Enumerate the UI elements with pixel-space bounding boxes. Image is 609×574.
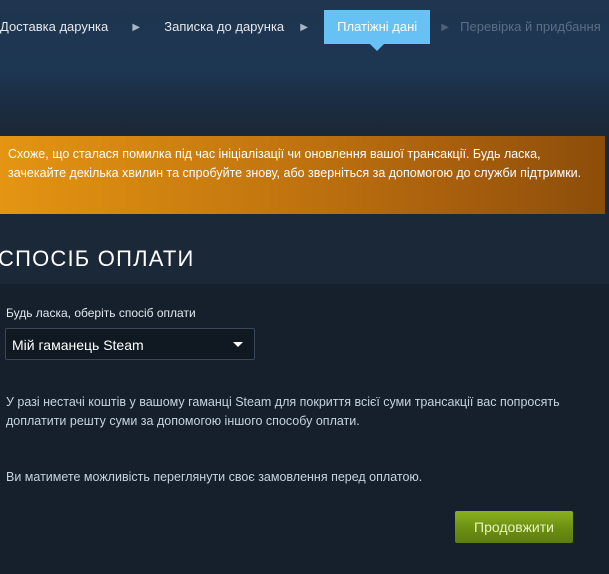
caret-down-icon <box>233 342 243 347</box>
review-order-note: Ви матимете можливість переглянути своє … <box>6 470 423 484</box>
step-payment-info[interactable]: Платіжні дані <box>324 10 431 51</box>
payment-method-value: Мій гаманець Steam <box>12 337 144 353</box>
wallet-shortfall-note: У разі нестачі коштів у вашому гаманці S… <box>6 395 560 428</box>
payment-method-dropdown[interactable]: Мій гаманець Steam <box>5 328 255 360</box>
continue-button[interactable]: Продовжити <box>455 511 573 543</box>
error-message-text: Схоже, що сталася помилка під час ініціа… <box>8 147 582 180</box>
checkout-steps: Доставка дарунка ▶ Записка до дарунка ▶ … <box>0 10 609 51</box>
continue-button-label: Продовжити <box>474 519 554 535</box>
payment-panel: Будь ласка, оберіть спосіб оплати Мій га… <box>0 284 609 574</box>
error-message-box: Схоже, що сталася помилка під час ініціа… <box>0 136 605 214</box>
step-gift-note[interactable]: Записка до дарунка <box>164 10 284 44</box>
payment-method-title: СПОСІБ ОПЛАТИ <box>0 246 195 271</box>
payment-select-label: Будь ласка, оберіть спосіб оплати <box>6 306 196 320</box>
step-gift-delivery[interactable]: Доставка дарунка <box>0 10 108 44</box>
chevron-right-icon: ▶ <box>300 21 308 33</box>
chevron-right-icon: ▶ <box>132 21 141 33</box>
step-review-purchase: Перевірка й придбання <box>460 19 601 34</box>
chevron-right-icon: ▶ <box>441 21 449 33</box>
